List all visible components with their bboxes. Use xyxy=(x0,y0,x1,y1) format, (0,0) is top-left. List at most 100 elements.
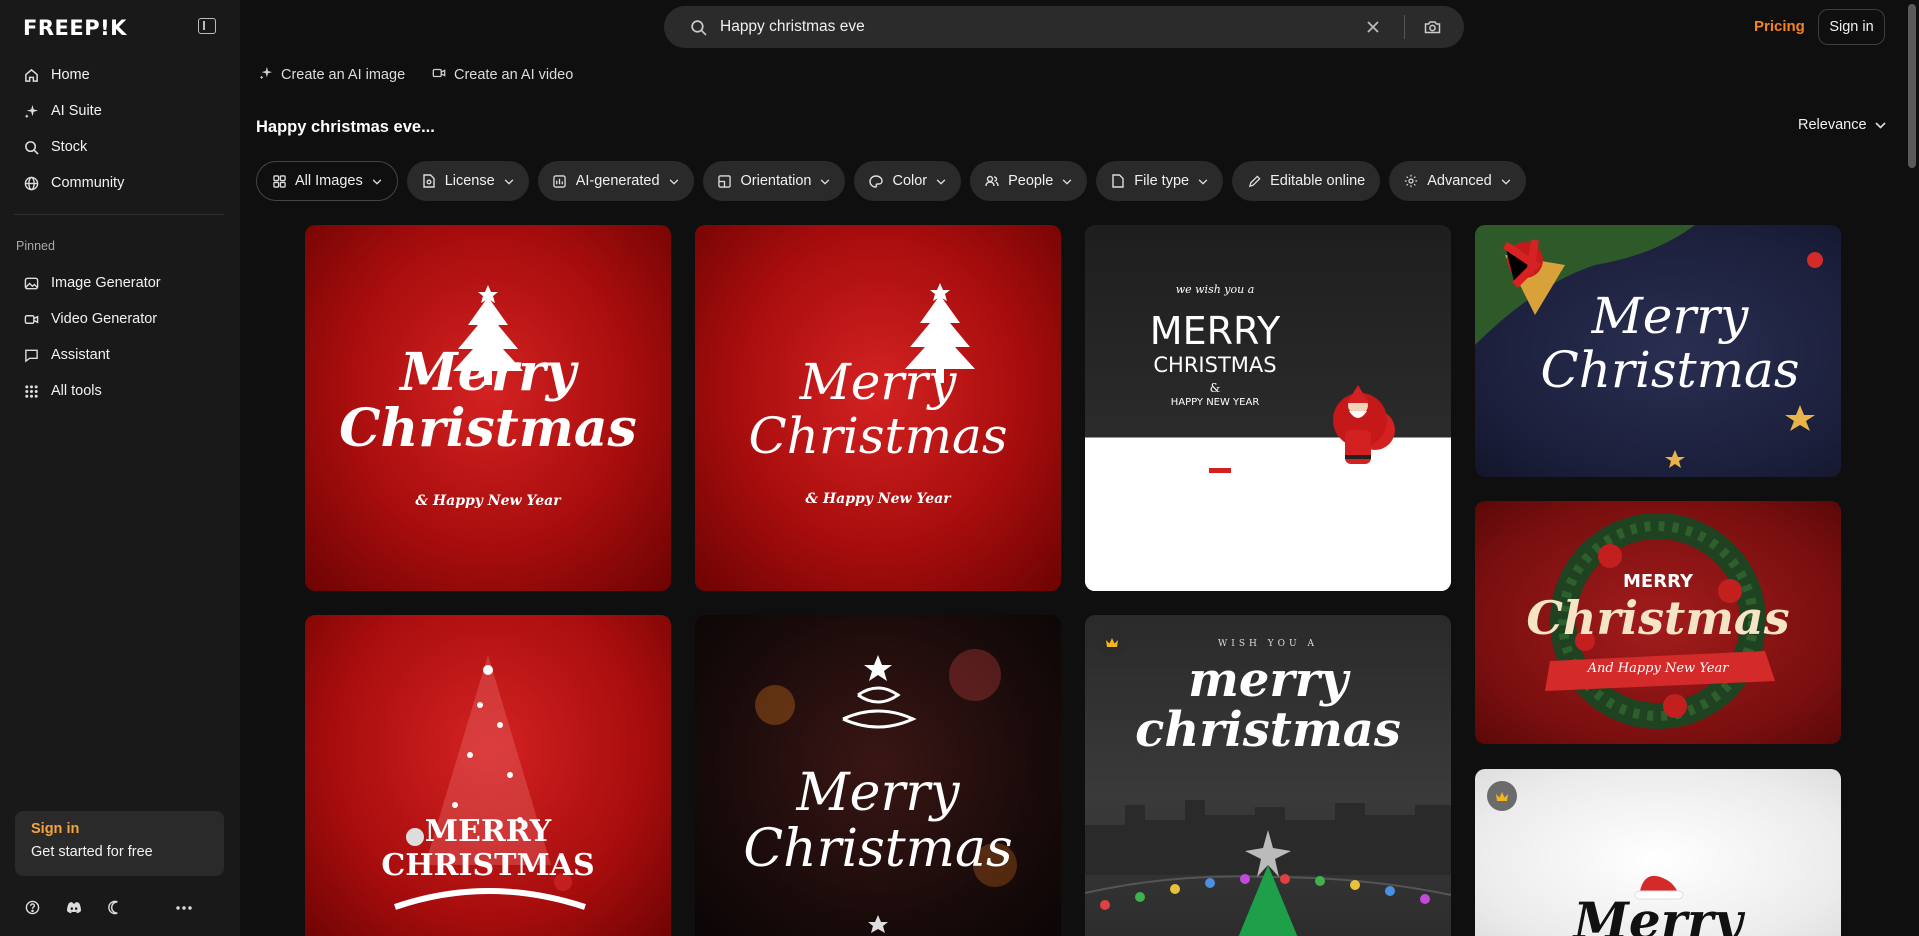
sparkle-icon xyxy=(259,66,273,84)
filter-label: All Images xyxy=(295,173,363,189)
result-card[interactable]: Merry Christmas & Happy New Year xyxy=(305,225,671,591)
sidebar-item-ai-suite[interactable]: AI Suite xyxy=(14,96,224,126)
chevron-down-icon xyxy=(1874,117,1886,133)
result-card[interactable]: we wish you a MERRY CHRISTMAS & HAPPY NE… xyxy=(1085,225,1451,591)
result-card[interactable]: Merry xyxy=(1475,769,1841,936)
card-title: Merry xyxy=(1573,891,1743,936)
card-title: Merry Christmas xyxy=(748,353,1008,465)
filter-label: File type xyxy=(1134,173,1190,189)
card-title: Merry Christmas xyxy=(1540,287,1800,399)
create-ai-video-label: Create an AI video xyxy=(454,67,574,83)
card-title: merry christmas xyxy=(1135,652,1401,758)
search-icon xyxy=(23,139,39,155)
search-separator xyxy=(1404,15,1405,39)
globe-icon xyxy=(23,175,39,191)
discord-icon[interactable] xyxy=(65,899,82,916)
filter-ai-generated[interactable]: AI-generated xyxy=(537,161,694,201)
result-card[interactable]: MERRY CHRISTMAS xyxy=(305,615,671,936)
clear-search-icon[interactable] xyxy=(1365,19,1381,40)
sidebar-bottom-icons xyxy=(24,899,192,916)
sidebar-item-label: Video Generator xyxy=(51,311,158,327)
sidebar-item-assistant[interactable]: Assistant xyxy=(14,340,224,370)
sidebar-divider xyxy=(14,214,224,215)
image-icon xyxy=(23,275,39,291)
signin-card-subtitle: Get started for free xyxy=(31,844,153,860)
filter-label: Editable online xyxy=(1270,173,1366,189)
grid-icon xyxy=(23,383,39,399)
ai-icon xyxy=(553,174,567,188)
card-text: WISH YOU A xyxy=(1218,639,1318,649)
filter-orientation[interactable]: Orientation xyxy=(702,161,846,201)
chevron-down-icon xyxy=(1062,173,1072,189)
people-icon xyxy=(985,174,999,188)
chevron-down-icon xyxy=(1198,173,1208,189)
sidebar-collapse-icon[interactable] xyxy=(198,18,216,34)
sidebar-item-label: Stock xyxy=(51,139,88,155)
file-icon xyxy=(422,174,436,188)
filter-label: AI-generated xyxy=(575,173,660,189)
christmas-tree-icon xyxy=(394,655,586,910)
result-card[interactable]: MERRY Christmas And Happy New Year xyxy=(1475,501,1841,744)
chevron-down-icon xyxy=(669,173,679,189)
filter-all-images[interactable]: All Images xyxy=(256,161,398,201)
card-title: Christmas xyxy=(1526,591,1790,645)
signin-card-title[interactable]: Sign in xyxy=(31,821,208,837)
filter-label: Advanced xyxy=(1427,173,1492,189)
create-ai-image-link[interactable]: Create an AI image xyxy=(259,66,405,84)
card-text: we wish you a xyxy=(1175,283,1255,296)
search-input[interactable] xyxy=(720,16,1340,38)
sidebar-item-all-tools[interactable]: All tools xyxy=(14,376,224,406)
dark-mode-icon[interactable] xyxy=(106,899,123,916)
pen-icon xyxy=(1247,174,1261,188)
card-text: & xyxy=(1209,381,1221,395)
filter-file-type[interactable]: File type xyxy=(1096,161,1224,201)
result-card[interactable]: Merry Christmas xyxy=(1475,225,1841,477)
pricing-link[interactable]: Pricing xyxy=(1754,18,1805,35)
header-signin-button[interactable]: Sign in xyxy=(1818,9,1885,45)
create-ai-video-link[interactable]: Create an AI video xyxy=(432,66,573,84)
sort-label: Relevance xyxy=(1798,117,1867,133)
more-options-icon[interactable] xyxy=(175,899,192,916)
card-title: Merry Christmas xyxy=(339,342,637,459)
search-icon xyxy=(690,19,707,41)
sidebar-item-video-generator[interactable]: Video Generator xyxy=(14,304,224,334)
result-card[interactable]: Merry Christmas xyxy=(695,615,1061,936)
file-icon xyxy=(1111,174,1125,188)
filter-label: People xyxy=(1008,173,1054,189)
sidebar-item-label: Image Generator xyxy=(51,275,161,291)
help-icon[interactable] xyxy=(24,899,41,916)
sidebar-item-label: Community xyxy=(51,175,125,191)
result-card[interactable]: WISH YOU A merry christmas xyxy=(1085,615,1451,936)
gear-icon xyxy=(1404,174,1418,188)
sidebar-item-home[interactable]: Home xyxy=(14,60,224,90)
card-text: HAPPY NEW YEAR xyxy=(1170,397,1260,408)
card-title: MERRY xyxy=(1623,571,1693,592)
camera-search-icon[interactable] xyxy=(1424,19,1441,40)
create-ai-image-label: Create an AI image xyxy=(281,67,406,83)
sidebar-item-community[interactable]: Community xyxy=(14,168,224,198)
sort-dropdown[interactable]: Relevance xyxy=(1798,117,1886,133)
freepik-logo[interactable]: FREEP!K xyxy=(23,16,127,40)
filter-label: Orientation xyxy=(740,173,812,189)
search-bar xyxy=(664,6,1464,48)
card-subtitle: And Happy New Year xyxy=(1587,661,1729,676)
pinned-heading: Pinned xyxy=(16,239,55,253)
card-title: MERRY xyxy=(1149,309,1281,353)
sidebar-item-label: Home xyxy=(51,67,90,83)
card-title: CHRISTMAS xyxy=(1153,353,1277,377)
home-icon xyxy=(23,67,39,83)
sidebar-item-label: Assistant xyxy=(51,347,110,363)
page-scrollbar[interactable] xyxy=(1908,4,1916,168)
sidebar-item-image-generator[interactable]: Image Generator xyxy=(14,268,224,298)
chevron-down-icon xyxy=(504,173,514,189)
sidebar-item-stock[interactable]: Stock xyxy=(14,132,224,162)
filter-people[interactable]: People xyxy=(970,161,1088,201)
filter-editable-online[interactable]: Editable online xyxy=(1232,161,1381,201)
filter-advanced[interactable]: Advanced xyxy=(1389,161,1526,201)
chevron-down-icon xyxy=(372,173,382,189)
filter-license[interactable]: License xyxy=(406,161,529,201)
result-card[interactable]: Merry Christmas & Happy New Year xyxy=(695,225,1061,591)
grid-icon xyxy=(272,174,286,188)
sidebar-signin-card[interactable]: Sign in Get started for free xyxy=(15,811,224,876)
filter-color[interactable]: Color xyxy=(854,161,962,201)
